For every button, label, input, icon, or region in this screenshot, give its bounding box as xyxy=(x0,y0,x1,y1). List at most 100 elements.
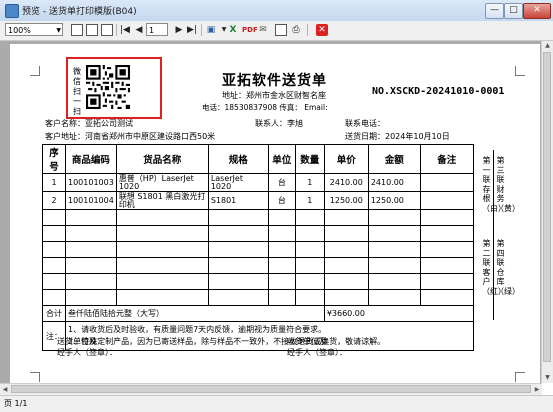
title-bar: 预览 - 送货单打印模版(B04) — □ ✕ xyxy=(0,0,553,22)
note-line-1: 1、请收货后及时验收，有质量问题7天内反馈，逾期视为质量符合要求。 xyxy=(68,325,327,334)
empty-row xyxy=(42,225,474,242)
receiver-signature-label: 经手人（签章）： xyxy=(287,348,347,357)
table-cell: 1 xyxy=(42,173,66,192)
empty-row xyxy=(42,209,474,226)
prev-page-icon[interactable]: ◀ xyxy=(133,24,145,36)
next-page-icon[interactable]: ▶ xyxy=(173,24,185,36)
table-cell: 100101004 xyxy=(65,191,117,210)
page-count: 页 1/1 xyxy=(4,399,28,408)
email-icon[interactable]: ✉ xyxy=(257,24,269,36)
table-row: 2 100101004 联想 S1801 黑白激光打印机 S1801 台 1 1… xyxy=(42,191,474,210)
header-cell: 单价 xyxy=(323,144,369,174)
window-title: 预览 - 送货单打印模版(B04) xyxy=(22,7,137,17)
excel-icon[interactable]: X xyxy=(227,24,239,36)
table-cell: LaserJet 1020 xyxy=(207,173,269,192)
save-icon[interactable]: ▣ xyxy=(205,24,217,36)
table-row: 1 100101003 惠普（HP）LaserJet 1020 LaserJet… xyxy=(42,173,474,192)
empty-row xyxy=(42,257,474,274)
scroll-left-icon[interactable]: ◀ xyxy=(0,384,10,395)
contact-phone: 联系电话： xyxy=(345,119,385,128)
vertical-scrollbar[interactable]: ▲ ▼ xyxy=(541,41,553,383)
close-window-button[interactable]: ✕ xyxy=(523,3,551,19)
zoom-value: 100% xyxy=(8,26,31,35)
header-cell: 货品名称 xyxy=(115,144,209,174)
copy-label-1: 第一联存根（白） xyxy=(482,156,506,213)
total-in-words: 叁仟陆佰陆拾元整（大写） xyxy=(65,305,325,322)
document-number: NO.XSCKD-20241010-0001 xyxy=(372,86,505,97)
delivery-date: 送货日期：2024年10月10日 xyxy=(345,132,450,141)
scroll-thumb[interactable] xyxy=(543,52,551,362)
header-cell: 单位 xyxy=(267,144,296,174)
copy-label-4: 第四联仓库（绿） xyxy=(496,239,520,296)
table-cell xyxy=(419,191,474,210)
customer-address: 客户地址：河南省郑州市中原区建设路口西50米 xyxy=(45,132,216,141)
document-title: 亚拓软件送货单 xyxy=(222,73,327,89)
note-line-2: 2、特殊定制产品，因为已寄送样品，除与样品不一致外，不接收退货或换货，敬请谅解。 xyxy=(68,337,386,346)
qr-frame: 微信扫一扫 xyxy=(66,57,162,119)
maximize-button[interactable]: □ xyxy=(504,3,523,19)
report-page: 微信扫一扫 亚拓软件送货单 地址：郑州市金水区财智名座 电话：185308379… xyxy=(10,44,540,383)
table-cell: 2410.00 xyxy=(367,173,421,192)
last-page-icon[interactable]: ▶| xyxy=(186,24,198,36)
crop-mark xyxy=(515,66,525,76)
copy-label-2: 第二联客户（红） xyxy=(482,239,506,296)
print-icon[interactable]: ⎙ xyxy=(290,24,302,36)
horizontal-scrollbar[interactable]: ◀ ▶ xyxy=(0,383,542,395)
table-cell: 1 xyxy=(294,191,325,210)
qr-code-icon xyxy=(86,65,130,109)
empty-row xyxy=(42,289,474,306)
empty-row xyxy=(42,273,474,290)
scroll-down-icon[interactable]: ▼ xyxy=(542,373,553,383)
crop-mark xyxy=(30,372,40,382)
pdf-icon[interactable]: PDF xyxy=(242,24,258,36)
goods-table: 序号 商品编码 货品名称 规格 单位 数量 单价 金额 备注 1 1001010… xyxy=(42,144,474,351)
zoom-select[interactable]: 100% ▼ xyxy=(5,23,63,36)
minimize-button[interactable]: — xyxy=(485,3,504,19)
note-text: 1、请收货后及时验收，有质量问题7天内反馈，逾期视为质量符合要求。 2、特殊定制… xyxy=(65,321,474,351)
table-cell: 台 xyxy=(267,191,296,210)
copy-divider xyxy=(493,150,494,320)
copy-label-3: 第三联财务（黄） xyxy=(496,156,520,213)
empty-row xyxy=(42,241,474,258)
company-address: 地址：郑州市金水区财智名座 xyxy=(222,91,326,100)
header-cell: 规格 xyxy=(207,144,269,174)
receiver-unit-label: 收货单位及 xyxy=(287,337,327,346)
page-setup-icon[interactable] xyxy=(275,24,287,36)
sender-signature-label: 经手人（签章）： xyxy=(57,348,117,357)
table-cell: S1801 xyxy=(207,191,269,210)
total-label: 合计 xyxy=(42,305,66,322)
one-page-icon[interactable] xyxy=(71,24,83,36)
crop-mark xyxy=(30,66,40,76)
scroll-up-icon[interactable]: ▲ xyxy=(542,41,553,51)
toolbar-separator xyxy=(116,24,117,36)
scroll-right-icon[interactable]: ▶ xyxy=(532,384,542,395)
customer-name: 客户名称：亚拓公司测试 xyxy=(45,119,133,128)
header-cell: 商品编码 xyxy=(65,144,117,174)
company-contact: 电话：18530837908 传真： Email: xyxy=(202,103,328,112)
table-header: 序号 商品编码 货品名称 规格 单位 数量 单价 金额 备注 xyxy=(42,144,474,174)
qr-label: 微信扫一扫 xyxy=(73,67,81,116)
header-cell: 数量 xyxy=(294,144,325,174)
table-cell: 1 xyxy=(294,173,325,192)
table-cell xyxy=(419,173,474,192)
scroll-thumb[interactable] xyxy=(11,385,531,393)
crop-mark xyxy=(515,372,525,382)
table-cell: 2410.00 xyxy=(323,173,369,192)
toolbar-separator xyxy=(307,24,308,36)
header-cell: 金额 xyxy=(367,144,421,174)
page-number-input[interactable]: 1 xyxy=(146,23,168,36)
first-page-icon[interactable]: |◀ xyxy=(119,24,131,36)
toolbar: 100% ▼ |◀ ◀ 1 ▶ ▶| ▣ ▼ X PDF ✉ ⎙ ✕ xyxy=(0,21,553,41)
multi-page-icon[interactable] xyxy=(101,24,113,36)
total-row: 合计 叁仟陆佰陆拾元整（大写） ¥3660.00 xyxy=(42,305,474,322)
two-page-icon[interactable] xyxy=(86,24,98,36)
app-icon xyxy=(5,4,19,18)
status-bar: 页 1/1 xyxy=(0,395,553,412)
table-cell: 100101003 xyxy=(65,173,117,192)
table-cell: 1250.00 xyxy=(367,191,421,210)
header-cell: 序号 xyxy=(42,144,66,174)
table-cell: 2 xyxy=(42,191,66,210)
table-cell: 联想 S1801 黑白激光打印机 xyxy=(115,191,209,210)
receiver-sign: 收货单位及 经手人（签章）： xyxy=(287,336,347,358)
close-icon[interactable]: ✕ xyxy=(316,24,328,36)
